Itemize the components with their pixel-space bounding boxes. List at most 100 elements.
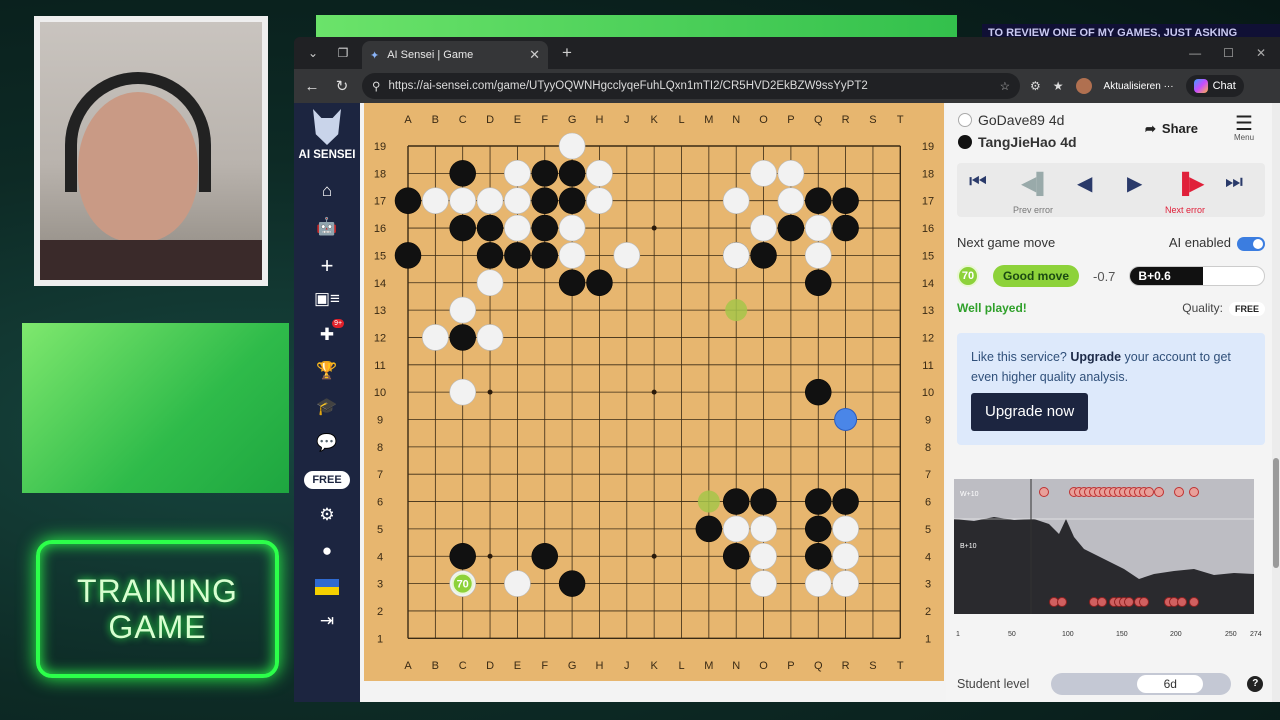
move-navigation: ⏮ ◀▌ Prev error ◀ ▶ ▐▶ Next error ⏭ xyxy=(957,163,1265,217)
white-stone xyxy=(804,570,832,597)
home-icon[interactable]: ⌂ xyxy=(322,181,332,201)
window-close-icon[interactable]: ✕ xyxy=(1256,46,1266,60)
score-graph[interactable]: W+10 B+10 xyxy=(954,479,1254,614)
prev-move-icon[interactable]: ◀ xyxy=(1077,171,1092,196)
column-label: R xyxy=(842,114,850,126)
score-graph-svg[interactable] xyxy=(954,479,1254,614)
last-move-icon[interactable]: ⏭ xyxy=(1225,171,1243,194)
next-move-icon[interactable]: ▶ xyxy=(1127,171,1142,196)
robot-icon[interactable]: 🤖 xyxy=(316,217,337,237)
prev-error-icon[interactable]: ◀▌ xyxy=(1021,171,1051,196)
minimize-icon[interactable]: — xyxy=(1189,46,1201,60)
error-dot-bottom xyxy=(1057,597,1067,607)
bookmark-star-icon[interactable]: ☆ xyxy=(1000,79,1010,93)
share-button[interactable]: ➦ Share xyxy=(1145,121,1198,137)
free-plan-badge[interactable]: FREE xyxy=(304,471,350,489)
star-point xyxy=(651,389,657,395)
row-label: 5 xyxy=(377,524,383,536)
headset xyxy=(65,72,211,192)
column-label: H xyxy=(595,660,603,672)
graph-x-tick: 200 xyxy=(1170,631,1182,638)
puzzle-icon[interactable]: ✚ 9+ xyxy=(320,319,345,345)
black-stone xyxy=(750,242,777,269)
reload-icon[interactable]: ↻ xyxy=(332,77,352,95)
favorites-icon[interactable]: ★ xyxy=(1053,79,1064,93)
maximize-icon[interactable]: ☐ xyxy=(1223,46,1234,60)
column-label: S xyxy=(869,660,876,672)
tab-ai-sensei[interactable]: ✦ AI Sensei | Game ✕ xyxy=(362,41,548,69)
column-label: G xyxy=(568,660,577,672)
black-stone xyxy=(394,242,422,269)
column-label: D xyxy=(486,114,494,126)
column-label: O xyxy=(759,660,768,672)
gear-icon[interactable]: ⚙ xyxy=(319,505,334,525)
ai-sensei-logo-icon[interactable] xyxy=(313,109,341,145)
update-button[interactable]: Aktualisieren ··· xyxy=(1104,81,1174,92)
row-label: 10 xyxy=(922,387,934,399)
black-stone xyxy=(531,187,558,214)
row-label: 13 xyxy=(922,305,934,317)
toolbar-right: ⚙ ★ Aktualisieren ··· Chat xyxy=(1030,75,1244,97)
add-icon[interactable]: + xyxy=(321,253,334,278)
ukraine-flag-icon[interactable] xyxy=(315,579,339,595)
white-stone xyxy=(804,214,832,242)
copilot-chat-button[interactable]: Chat xyxy=(1185,75,1244,97)
black-stone xyxy=(531,160,558,187)
share-label: Share xyxy=(1161,121,1199,136)
panel-scrollbar[interactable] xyxy=(1272,103,1280,702)
black-stone xyxy=(805,378,832,406)
black-stone xyxy=(449,324,476,351)
scrollbar-thumb[interactable] xyxy=(1273,458,1279,568)
upgrade-now-button[interactable]: Upgrade now xyxy=(971,393,1089,431)
column-label: D xyxy=(486,660,494,672)
column-label: Q xyxy=(814,660,823,672)
logout-icon[interactable]: ⇥ xyxy=(320,611,334,631)
graph-x-tick: 250 xyxy=(1225,631,1237,638)
first-move-icon[interactable]: ⏮ xyxy=(969,171,987,194)
student-level-slider[interactable]: 6d xyxy=(1051,673,1232,695)
speech-bubble-icon[interactable]: ● xyxy=(322,541,332,561)
row-label: 19 xyxy=(922,141,934,153)
move-evaluation-row: 70 Good move -0.7 B+0.6 xyxy=(957,265,1265,287)
trophy-icon[interactable]: 🏆 xyxy=(316,361,337,381)
menu-button[interactable]: ☰ Menu xyxy=(1234,114,1254,142)
quality-label: Quality: xyxy=(1182,301,1223,315)
new-tab-icon[interactable]: + xyxy=(556,43,578,63)
games-list-icon[interactable]: ▣≡ xyxy=(314,289,340,309)
white-stone xyxy=(504,570,531,597)
chevron-down-icon[interactable]: ⌄ xyxy=(302,46,324,60)
site-info-icon[interactable]: ⚲ xyxy=(372,79,380,93)
row-label: 2 xyxy=(925,606,931,618)
go-board-svg[interactable]: AABBCCDDEEFFGGHHJJKKLLMMNNOOPPQQRRSSTT19… xyxy=(364,103,944,681)
student-level-value[interactable]: 6d xyxy=(1137,675,1204,693)
row-label: 18 xyxy=(922,168,934,180)
column-label: F xyxy=(541,114,548,126)
black-stone xyxy=(832,214,859,242)
toggle-switch[interactable] xyxy=(1237,236,1265,251)
back-icon[interactable]: ← xyxy=(302,78,322,95)
ai-enabled-toggle[interactable]: AI enabled xyxy=(1169,235,1265,251)
row-label: 16 xyxy=(374,223,386,235)
feedback-text: Well played! xyxy=(957,301,1027,315)
black-player: TangJieHao 4d xyxy=(958,131,1077,153)
next-error-icon[interactable]: ▐▶ xyxy=(1175,171,1205,196)
white-stone xyxy=(422,187,449,214)
graduation-cap-icon[interactable]: 🎓 xyxy=(316,397,337,417)
board-bottom-strip xyxy=(364,681,944,702)
tab-actions-icon[interactable]: ❐ xyxy=(332,46,354,60)
url-field[interactable]: ⚲ https://ai-sensei.com/game/UTyyOQWNHgc… xyxy=(362,73,1020,99)
column-label: B xyxy=(432,660,439,672)
window-controls: — ☐ ✕ xyxy=(1189,46,1280,60)
white-stone xyxy=(422,324,449,351)
black-stone xyxy=(558,187,586,214)
extensions-icon[interactable]: ⚙ xyxy=(1030,79,1041,93)
black-stone xyxy=(805,269,832,296)
help-icon[interactable]: ? xyxy=(1247,676,1264,692)
chat-bubbles-icon[interactable]: 💬 xyxy=(316,433,337,453)
profile-avatar[interactable] xyxy=(1075,78,1092,94)
update-label: Aktualisieren xyxy=(1103,80,1161,92)
webcam-frame xyxy=(34,16,268,286)
close-icon[interactable]: ✕ xyxy=(529,47,540,63)
go-board[interactable]: A A B B C C D D E E F F G G H H J J K K L L M M N N O O P P Q Q R R S S T T 19… xyxy=(364,103,944,681)
move-number-badge: 70 xyxy=(957,265,979,287)
